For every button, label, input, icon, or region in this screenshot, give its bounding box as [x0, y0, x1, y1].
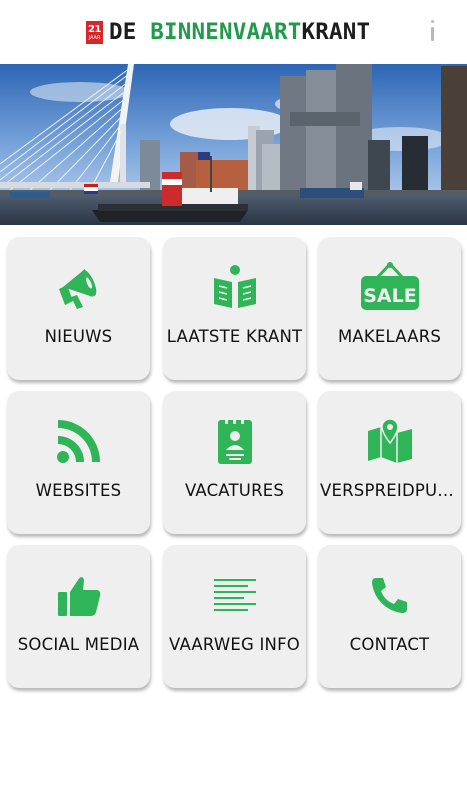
tile-makelaars[interactable]: SALE MAKELAARS	[318, 237, 461, 380]
logo-wordmark: DE BINNENVAARTKRANT	[109, 20, 370, 44]
text-lines-icon	[163, 567, 306, 623]
tile-label: SOCIAL MEDIA	[17, 635, 140, 654]
logo-word-de: DE	[109, 19, 151, 45]
app-logo[interactable]: 21 JAAR DE BINNENVAARTKRANT	[86, 20, 370, 44]
logo-word-krant: KRANT	[301, 19, 371, 45]
tile-label: CONTACT	[349, 635, 430, 654]
megaphone-icon	[7, 259, 150, 315]
rss-icon	[7, 413, 150, 469]
tile-label: VAARWEG INFO	[169, 635, 300, 654]
tile-label: VACATURES	[184, 481, 285, 500]
tile-vacatures[interactable]: VACATURES	[163, 391, 306, 534]
thumbs-up-icon	[7, 567, 150, 623]
tile-nieuws[interactable]: NIEUWS	[7, 237, 150, 380]
tile-laatste-krant[interactable]: LAATSTE KRANT	[163, 237, 306, 380]
map-pin-icon	[318, 413, 461, 469]
menu-dot	[430, 20, 434, 23]
tile-verspreidpunten[interactable]: VERSPREIDPUNTEN	[318, 391, 461, 534]
logo-word-binnenvaart: BINNENVAART	[150, 19, 302, 45]
tile-label: NIEUWS	[44, 327, 113, 346]
menu-bar	[430, 27, 434, 41]
tile-label: WEBSITES	[35, 481, 122, 500]
app-header: 21 JAAR DE BINNENVAARTKRANT	[0, 0, 467, 64]
tile-label: VERSPREIDPUNTEN	[320, 481, 461, 500]
overflow-menu-icon[interactable]	[424, 18, 440, 46]
open-book-icon	[163, 259, 306, 315]
tile-contact[interactable]: CONTACT	[318, 545, 461, 688]
sale-sign-icon: SALE	[318, 259, 461, 315]
tile-label: MAKELAARS	[337, 327, 442, 346]
rotterdam-harbor-photo	[0, 64, 467, 225]
id-badge-icon	[163, 413, 306, 469]
tile-vaarweg-info[interactable]: VAARWEG INFO	[163, 545, 306, 688]
badge-sub: JAAR	[88, 34, 101, 41]
svg-text:SALE: SALE	[363, 285, 416, 307]
anniversary-badge: 21 JAAR	[86, 20, 103, 44]
tile-social-media[interactable]: SOCIAL MEDIA	[7, 545, 150, 688]
phone-icon	[318, 567, 461, 623]
hero-banner	[0, 64, 467, 225]
tile-websites[interactable]: WEBSITES	[7, 391, 150, 534]
tile-label: LAATSTE KRANT	[166, 327, 303, 346]
badge-number: 21	[88, 23, 101, 35]
